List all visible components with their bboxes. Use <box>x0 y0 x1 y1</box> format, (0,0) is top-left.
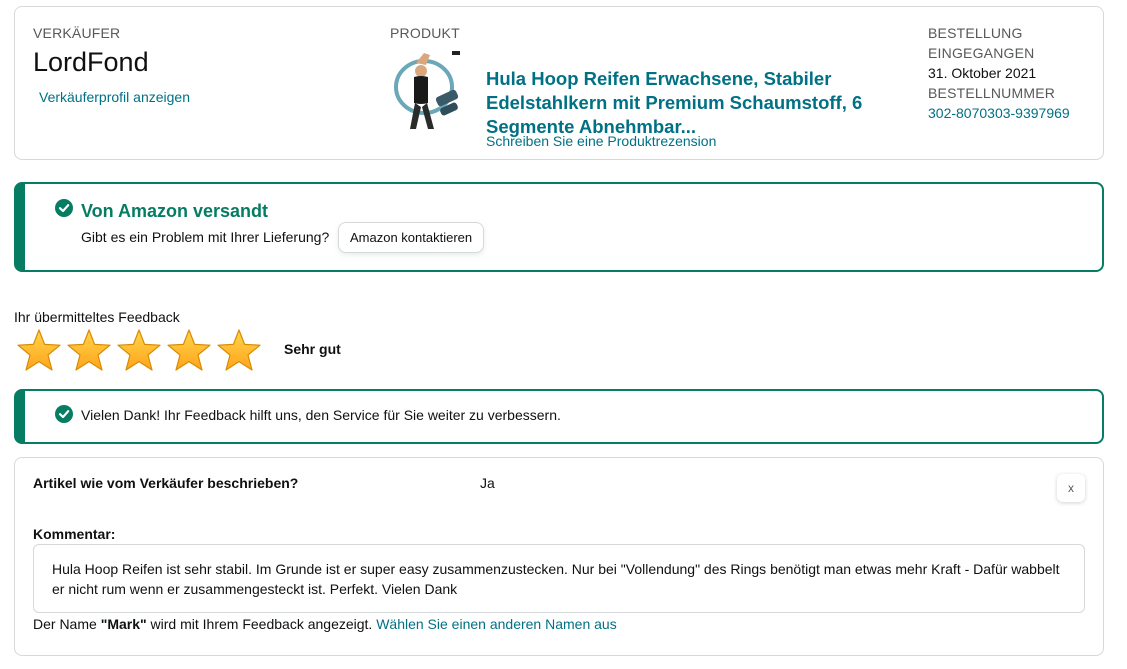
feedback-details-card: Artikel wie vom Verkäufer beschrieben? J… <box>14 457 1104 656</box>
contact-amazon-button[interactable]: Amazon kontaktieren <box>338 222 485 253</box>
thanks-message: Vielen Dank! Ihr Feedback hilft uns, den… <box>81 407 561 423</box>
as-described-question: Artikel wie vom Verkäufer beschrieben? <box>33 475 299 491</box>
shipping-alert: Von Amazon versandt Gibt es ein Problem … <box>14 182 1104 272</box>
product-title-link[interactable]: Hula Hoop Reifen Erwachsene, Stabiler Ed… <box>486 67 886 139</box>
order-date: 31. Oktober 2021 <box>928 65 1037 81</box>
submitted-feedback-label: Ihr übermitteltes Feedback <box>14 309 180 325</box>
rating-text: Sehr gut <box>284 341 341 357</box>
close-icon[interactable]: x <box>1057 474 1085 502</box>
seller-name: LordFond <box>33 47 149 77</box>
product-column: PRODUKT Hula Hoop Reifen Erwachsene, Sta… <box>390 23 910 149</box>
check-icon <box>55 199 73 217</box>
display-name: "Mark" <box>100 616 147 632</box>
order-received-label: BESTELLUNG <box>928 25 1023 41</box>
product-image[interactable] <box>394 49 464 129</box>
name-prefix: Der Name <box>33 616 97 632</box>
product-label: PRODUKT <box>390 25 460 41</box>
order-number-label: BESTELLNUMMER <box>928 85 1056 101</box>
order-details-column: BESTELLUNG EINGEGANGEN 31. Oktober 2021 … <box>928 23 1098 123</box>
seller-column: VERKÄUFER LordFond Verkäuferprofil anzei… <box>33 23 190 105</box>
delivery-problem-question: Gibt es ein Problem mit Ihrer Lieferung? <box>81 229 330 245</box>
star-icon[interactable] <box>216 328 262 374</box>
write-review-link[interactable]: Schreiben Sie eine Produktrezension <box>486 133 716 149</box>
check-icon <box>55 405 73 423</box>
star-icon[interactable] <box>116 328 162 374</box>
star-icon[interactable] <box>66 328 112 374</box>
display-name-line: Der Name "Mark" wird mit Ihrem Feedback … <box>33 616 617 632</box>
shipping-title: Von Amazon versandt <box>81 201 269 221</box>
star-icon[interactable] <box>166 328 212 374</box>
star-rating[interactable] <box>16 328 262 374</box>
change-name-link[interactable]: Wählen Sie einen anderen Namen aus <box>376 616 617 632</box>
seller-profile-link[interactable]: Verkäuferprofil anzeigen <box>39 89 190 105</box>
comment-label: Kommentar: <box>33 526 116 542</box>
star-icon[interactable] <box>16 328 62 374</box>
order-number-link[interactable]: 302-8070303-9397969 <box>928 105 1070 121</box>
seller-label: VERKÄUFER <box>33 25 121 41</box>
name-suffix: wird mit Ihrem Feedback angezeigt. <box>150 616 373 632</box>
order-received-label-2: EINGEGANGEN <box>928 45 1035 61</box>
thanks-alert: Vielen Dank! Ihr Feedback hilft uns, den… <box>14 389 1104 444</box>
comment-text: Hula Hoop Reifen ist sehr stabil. Im Gru… <box>33 544 1085 613</box>
order-summary-card: VERKÄUFER LordFond Verkäuferprofil anzei… <box>14 6 1104 160</box>
as-described-answer: Ja <box>480 475 495 491</box>
